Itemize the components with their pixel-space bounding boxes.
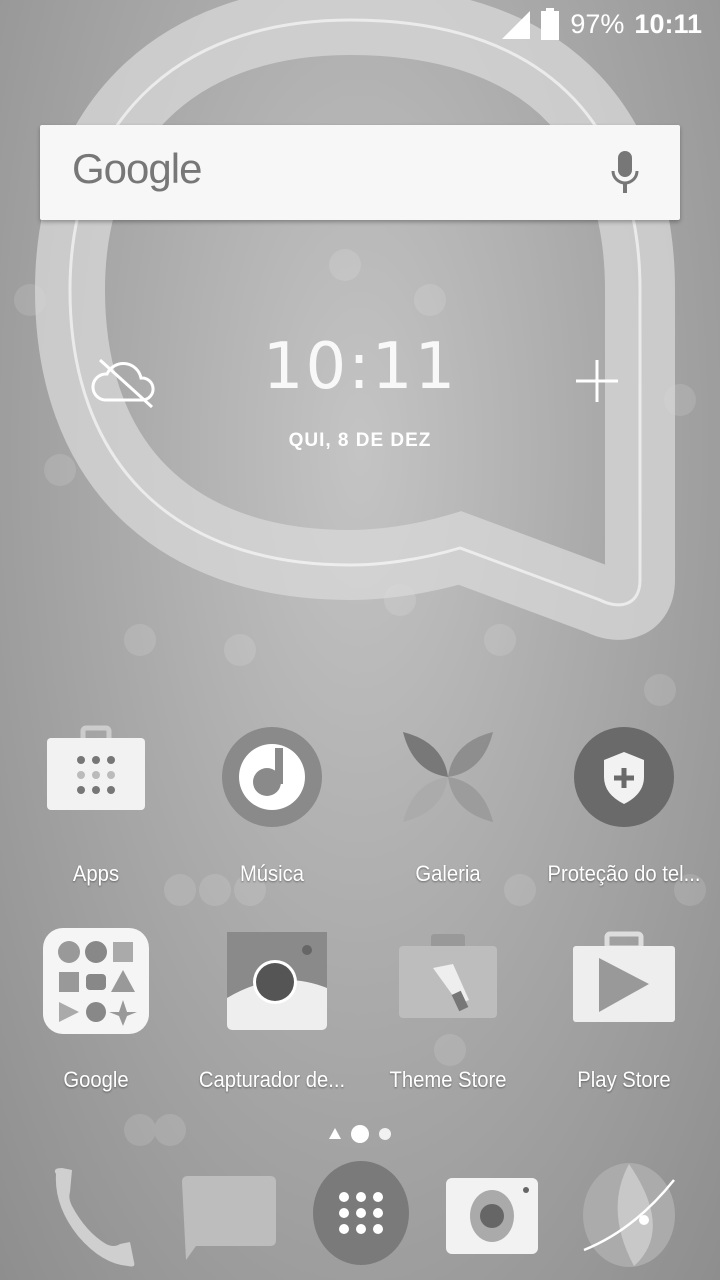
app-theme-store[interactable]: Theme Store <box>360 928 536 1093</box>
app-protecao[interactable]: Proteção do tel... <box>536 722 712 887</box>
phone-icon[interactable] <box>42 1160 152 1270</box>
google-logo: Google <box>72 145 202 192</box>
page-dot-current[interactable] <box>350 1124 370 1144</box>
status-bar: 97% 10:11 <box>500 6 702 42</box>
app-label: Galeria <box>415 861 481 886</box>
app-label: Apps <box>72 861 120 886</box>
page-dot[interactable] <box>378 1127 392 1141</box>
app-google-folder[interactable]: Google <box>8 928 184 1093</box>
brush-bag-icon <box>399 934 497 1018</box>
battery-percent: 97% <box>570 8 625 39</box>
messages-icon[interactable] <box>174 1160 284 1270</box>
clock-date: QUI, 8 DE DEZ <box>288 430 432 451</box>
battery-icon <box>541 8 560 40</box>
status-time: 10:11 <box>634 8 702 39</box>
google-search-bar[interactable]: Google <box>40 125 680 220</box>
mic-icon[interactable] <box>610 151 640 195</box>
camera-app-icon[interactable] <box>440 1160 550 1270</box>
plus-icon[interactable] <box>576 360 618 402</box>
app-label: Música <box>239 861 305 886</box>
folder-icon <box>43 928 149 1034</box>
app-label: Play Store <box>577 1067 671 1092</box>
play-store-icon <box>573 931 675 1022</box>
app-galeria[interactable]: Galeria <box>360 722 536 887</box>
app-label: Theme Store <box>389 1067 507 1092</box>
butterfly-icon <box>403 732 493 822</box>
app-label: Capturador de... <box>198 1067 346 1092</box>
page-indicator[interactable] <box>328 1124 392 1144</box>
app-label: Google <box>63 1067 129 1092</box>
music-icon <box>222 727 322 827</box>
signal-icon <box>502 11 531 39</box>
bag-grid-icon <box>47 725 145 810</box>
app-play-store[interactable]: Play Store <box>536 928 712 1093</box>
shield-icon <box>574 727 674 827</box>
app-musica[interactable]: Música <box>184 722 360 887</box>
app-capturador[interactable]: Capturador de... <box>184 928 360 1093</box>
app-label: Proteção do tel... <box>547 861 701 886</box>
home-page-triangle-icon[interactable] <box>328 1127 342 1141</box>
camera-icon <box>227 932 327 1030</box>
app-apps[interactable]: Apps <box>8 722 184 887</box>
app-drawer-icon[interactable] <box>306 1155 416 1265</box>
browser-icon[interactable] <box>574 1160 684 1270</box>
